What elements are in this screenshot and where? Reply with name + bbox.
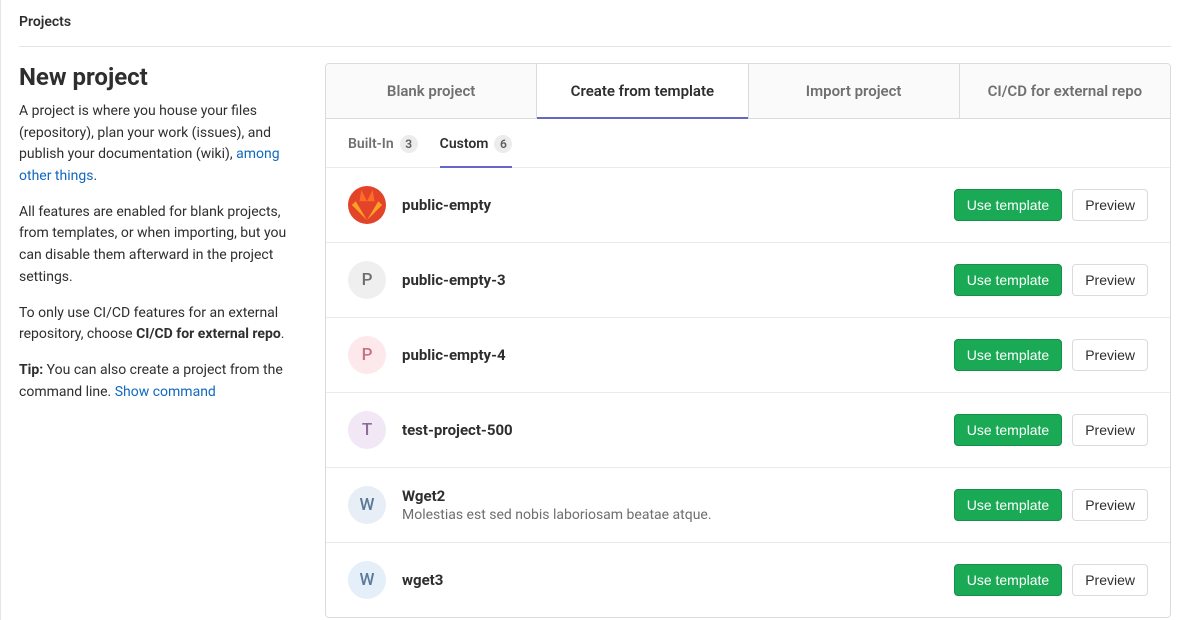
template-row: Wwget3 Use template Preview xyxy=(326,543,1170,617)
template-info: public-empty-4 xyxy=(402,346,938,364)
breadcrumb[interactable]: Projects xyxy=(19,0,1171,47)
preview-button[interactable]: Preview xyxy=(1072,339,1148,371)
template-name: wget3 xyxy=(402,571,938,589)
template-name: public-empty-3 xyxy=(402,271,938,289)
top-tab-create-from-template[interactable]: Create from template xyxy=(537,64,748,118)
top-tab-ci-cd-for-external-repo[interactable]: CI/CD for external repo xyxy=(960,64,1170,118)
template-name: public-empty xyxy=(402,196,938,214)
template-row: Ttest-project-500 Use template Preview xyxy=(326,393,1170,468)
sidebar-desc-4: Tip: You can also create a project from … xyxy=(19,360,295,403)
preview-button[interactable]: Preview xyxy=(1072,564,1148,596)
template-description: Molestias est sed nobis laboriosam beata… xyxy=(402,507,938,523)
template-row: Ppublic-empty-4 Use template Preview xyxy=(326,318,1170,393)
use-template-button[interactable]: Use template xyxy=(954,489,1062,521)
template-info: public-empty xyxy=(402,196,938,214)
project-avatar-letter: P xyxy=(348,261,386,299)
project-avatar-icon xyxy=(348,186,386,224)
sub-tab-custom[interactable]: Custom 6 xyxy=(440,135,513,167)
preview-button[interactable]: Preview xyxy=(1072,264,1148,296)
template-name: test-project-500 xyxy=(402,421,938,439)
project-avatar-letter: T xyxy=(348,411,386,449)
template-row: public-empty Use template Preview xyxy=(326,168,1170,243)
template-actions: Use template Preview xyxy=(954,414,1148,446)
sidebar-desc-1: A project is where you house your files … xyxy=(19,101,295,188)
project-avatar-letter: W xyxy=(348,561,386,599)
project-avatar-letter: W xyxy=(348,486,386,524)
count-badge: 6 xyxy=(494,135,512,153)
preview-button[interactable]: Preview xyxy=(1072,189,1148,221)
preview-button[interactable]: Preview xyxy=(1072,489,1148,521)
sidebar-desc-2: All features are enabled for blank proje… xyxy=(19,202,295,289)
template-row: W Wget2 Molestias est sed nobis laboriosam… xyxy=(326,468,1170,543)
use-template-button[interactable]: Use template xyxy=(954,339,1062,371)
template-info: test-project-500 xyxy=(402,421,938,439)
preview-button[interactable]: Preview xyxy=(1072,414,1148,446)
main-panel: Blank projectCreate from templateImport … xyxy=(325,63,1171,618)
template-actions: Use template Preview xyxy=(954,264,1148,296)
template-info: public-empty-3 xyxy=(402,271,938,289)
use-template-button[interactable]: Use template xyxy=(954,189,1062,221)
template-name: Wget2 xyxy=(402,487,938,505)
template-row: Ppublic-empty-3 Use template Preview xyxy=(326,243,1170,318)
use-template-button[interactable]: Use template xyxy=(954,414,1062,446)
count-badge: 3 xyxy=(400,135,418,153)
template-info: Wget2 Molestias est sed nobis laboriosam … xyxy=(402,487,938,523)
sub-tab-label: Custom xyxy=(440,136,489,152)
sub-tab-label: Built-In xyxy=(348,136,394,152)
top-tab-blank-project[interactable]: Blank project xyxy=(326,64,537,118)
sub-tab-built-in[interactable]: Built-In 3 xyxy=(348,135,418,167)
template-name: public-empty-4 xyxy=(402,346,938,364)
show-command-link[interactable]: Show command xyxy=(115,384,216,400)
use-template-button[interactable]: Use template xyxy=(954,264,1062,296)
template-list: public-emptyUse templatePreviewPpublic-e… xyxy=(326,168,1170,617)
top-tabs: Blank projectCreate from templateImport … xyxy=(326,64,1170,119)
project-avatar-letter: P xyxy=(348,336,386,374)
template-info: wget3 xyxy=(402,571,938,589)
use-template-button[interactable]: Use template xyxy=(954,564,1062,596)
template-actions: Use template Preview xyxy=(954,489,1148,521)
template-actions: Use template Preview xyxy=(954,564,1148,596)
sidebar: New project A project is where you house… xyxy=(19,63,295,618)
sub-tabs: Built-In 3 Custom 6 xyxy=(326,119,1170,168)
page-title: New project xyxy=(19,63,295,91)
top-tab-import-project[interactable]: Import project xyxy=(749,64,960,118)
template-actions: Use template Preview xyxy=(954,339,1148,371)
template-actions: Use template Preview xyxy=(954,189,1148,221)
sidebar-desc-3: To only use CI/CD features for an extern… xyxy=(19,303,295,346)
